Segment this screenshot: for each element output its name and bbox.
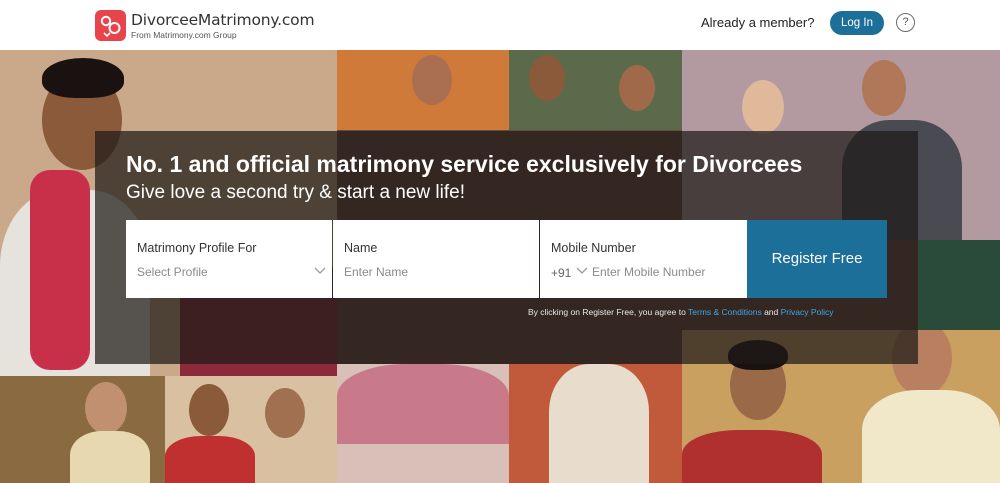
member-prompt: Already a member?: [701, 15, 815, 30]
name-placeholder: Enter Name: [344, 265, 409, 279]
photo-tile: [337, 50, 509, 130]
photo-tile: [337, 364, 509, 483]
mobile-placeholder: Enter Mobile Number: [592, 265, 706, 279]
site-logo[interactable]: DivorceeMatrimony.com From Matrimony.com…: [95, 10, 315, 41]
country-code-select[interactable]: +91: [551, 266, 571, 280]
privacy-link[interactable]: Privacy Policy: [781, 307, 834, 317]
terms-conjunction: and: [761, 307, 781, 317]
profile-for-select[interactable]: Matrimony Profile For Select Profile: [126, 220, 332, 298]
register-free-button[interactable]: Register Free: [747, 220, 887, 298]
hearts-logo-icon: [95, 10, 126, 41]
profile-for-label: Matrimony Profile For: [137, 241, 257, 255]
photo-tile: [0, 376, 165, 483]
mobile-field[interactable]: Mobile Number +91 Enter Mobile Number: [540, 220, 747, 298]
chevron-down-icon: [576, 267, 588, 274]
terms-prefix: By clicking on Register Free, you agree …: [528, 307, 689, 317]
name-field[interactable]: Name Enter Name: [333, 220, 539, 298]
mobile-label: Mobile Number: [551, 241, 636, 255]
terms-notice: By clicking on Register Free, you agree …: [528, 307, 834, 317]
terms-link[interactable]: Terms & Conditions: [688, 307, 762, 317]
photo-tile: [509, 364, 682, 483]
hero-subline: Give love a second try & start a new lif…: [126, 182, 465, 203]
question-icon[interactable]: ?: [896, 13, 915, 32]
registration-form: Matrimony Profile For Select Profile Nam…: [126, 220, 887, 298]
logo-subtitle: From Matrimony.com Group: [131, 30, 237, 40]
hero-headline: No. 1 and official matrimony service exc…: [126, 151, 803, 177]
photo-tile: [509, 50, 682, 130]
name-label: Name: [344, 241, 378, 255]
profile-for-placeholder: Select Profile: [137, 265, 208, 279]
logo-title: DivorceeMatrimony.com: [131, 11, 315, 29]
site-header: DivorceeMatrimony.com From Matrimony.com…: [0, 0, 1000, 50]
chevron-down-icon: [314, 267, 326, 274]
login-button[interactable]: Log In: [830, 11, 884, 35]
photo-tile: [165, 376, 337, 483]
